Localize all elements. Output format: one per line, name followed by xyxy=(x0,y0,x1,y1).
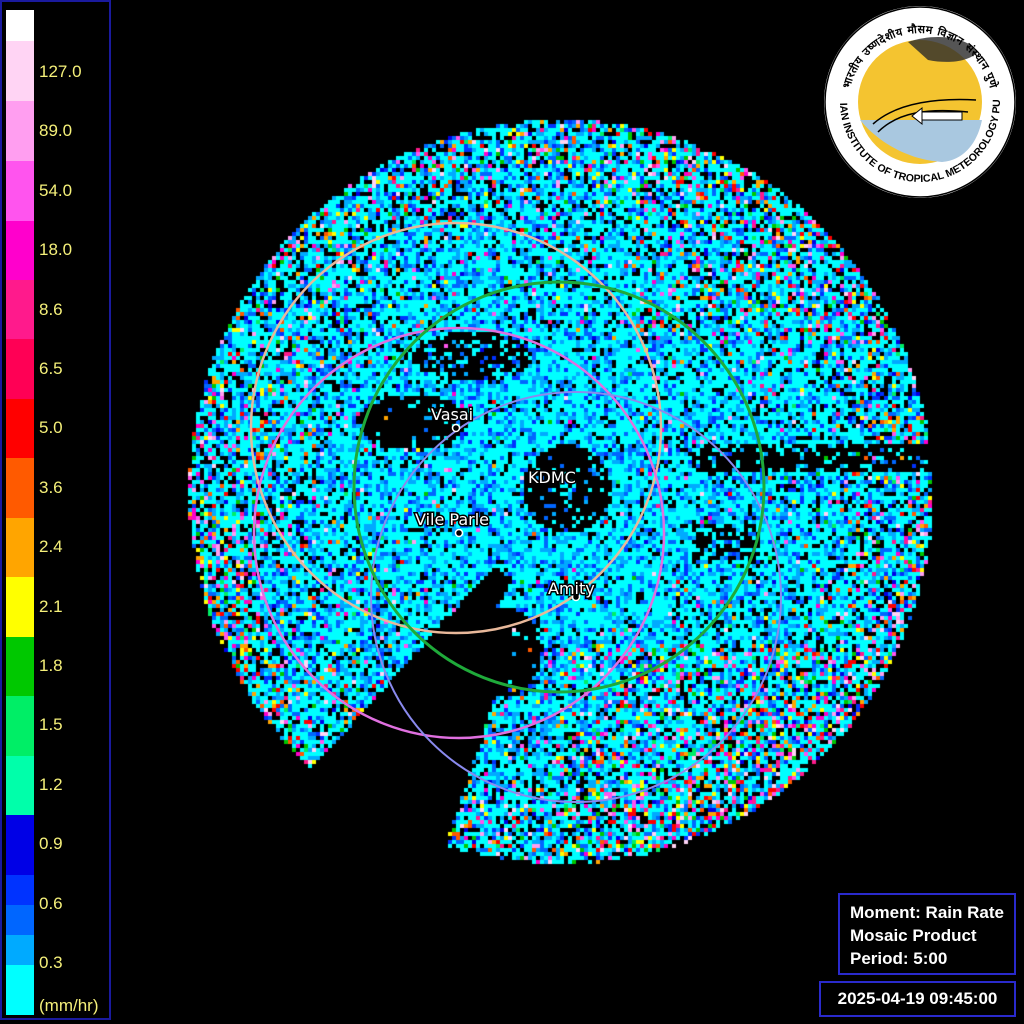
station-label-amity: Amity xyxy=(548,579,595,598)
timestamp-text: 2025-04-19 09:45:00 xyxy=(837,989,998,1008)
iitm-logo: भारतीय उष्णदेशीय मौसम विज्ञान संस्थान पु… xyxy=(818,2,1016,198)
station-label-vile-parle: Vile Parle xyxy=(415,510,489,529)
product-text: Mosaic Product xyxy=(850,926,977,945)
moment-text: Moment: Rain Rate xyxy=(850,903,1004,922)
range-ring-kdmc xyxy=(352,280,766,694)
product-info-box: Moment: Rain Rate Mosaic Product Period:… xyxy=(838,893,1016,975)
timestamp-box: 2025-04-19 09:45:00 xyxy=(819,981,1016,1017)
station-label-vasai: Vasai xyxy=(431,405,473,424)
station-label-kdmc: KDMC xyxy=(528,468,576,487)
station-marker-vile-parle[interactable] xyxy=(454,528,464,538)
station-marker-vasai[interactable] xyxy=(451,423,461,433)
period-text: Period: 5:00 xyxy=(850,949,948,968)
